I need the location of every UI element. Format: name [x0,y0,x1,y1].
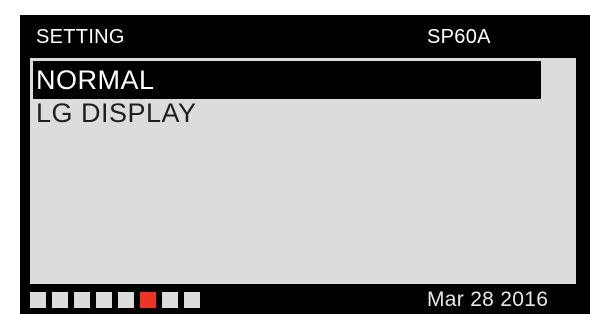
page-dot [118,292,134,308]
page-dot [162,292,178,308]
model-label: SP60A [427,26,491,48]
menu-item-lg-display[interactable]: LG DISPLAY [33,94,197,132]
menu-list: NORMAL LG DISPLAY [30,58,576,284]
page-dot [30,292,46,308]
page-indicator [30,292,206,308]
page-dot [74,292,90,308]
page-dot-active [140,292,156,308]
page-dot [96,292,112,308]
device-screen: SETTING SP60A NORMAL LG DISPLAY Mar 28 2… [20,15,590,314]
date-label: Mar 28 2016 [427,288,549,311]
page-dot [52,292,68,308]
screen-title: SETTING [36,26,125,48]
page-dot [184,292,200,308]
